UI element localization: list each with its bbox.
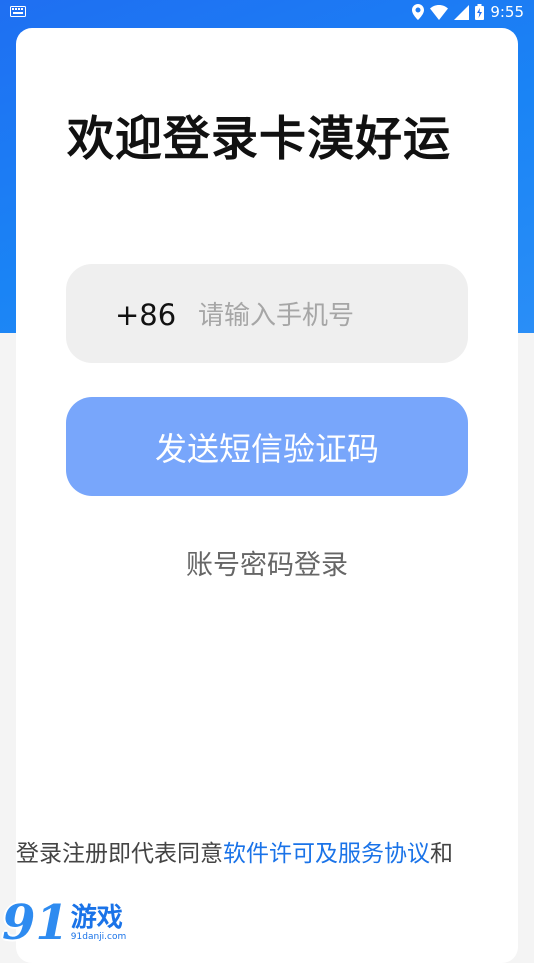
wifi-icon	[430, 4, 449, 20]
watermark-logo: 91 游戏 91danji.com	[2, 895, 126, 947]
location-icon	[412, 4, 425, 20]
signal-icon	[454, 4, 470, 20]
send-code-button[interactable]: 发送短信验证码	[66, 397, 468, 496]
phone-input[interactable]	[198, 296, 448, 336]
watermark-url: 91danji.com	[70, 932, 127, 942]
watermark-number: 91	[2, 895, 69, 951]
password-login-link[interactable]: 账号密码登录	[0, 543, 534, 582]
battery-icon	[475, 4, 485, 20]
status-time: 9:55	[490, 3, 524, 21]
status-bar: 9:55	[0, 0, 534, 26]
watermark-text: 游戏	[70, 903, 123, 933]
license-agreement-link[interactable]: 软件许可及服务协议	[223, 841, 430, 867]
page-title: 欢迎登录卡漠好运	[67, 112, 451, 167]
agreement-suffix: 和	[430, 841, 453, 867]
country-code[interactable]: +86	[115, 298, 176, 332]
agreement-prefix: 登录注册即代表同意	[16, 841, 223, 867]
keyboard-icon	[10, 6, 26, 17]
agreement-text: 登录注册即代表同意软件许可及服务协议和	[16, 834, 453, 868]
